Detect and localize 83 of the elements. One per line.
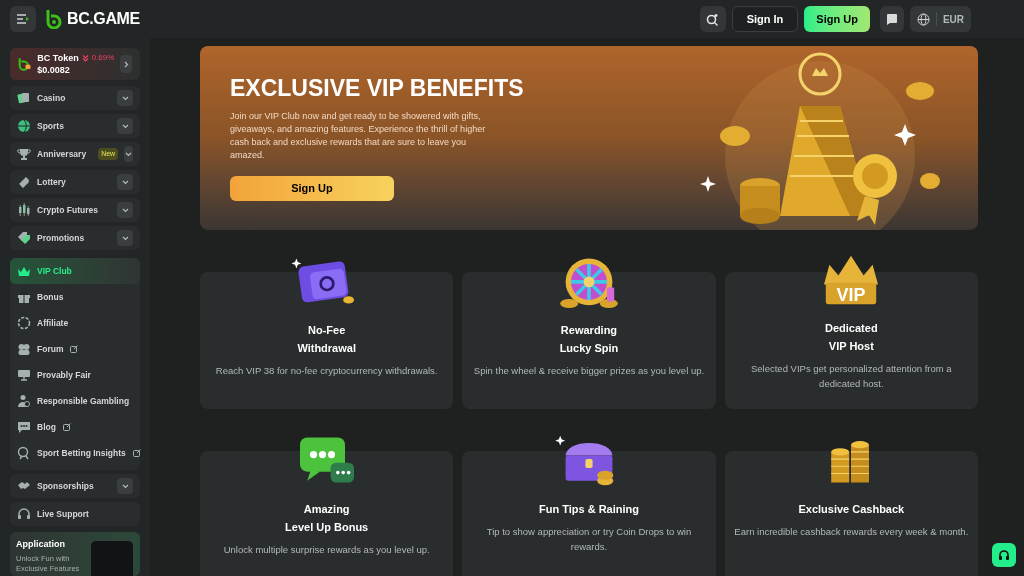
sign-in-button[interactable]: Sign In (731, 6, 799, 32)
candlestick-icon (17, 203, 31, 218)
menu-item[interactable]: Crypto Futures (10, 198, 140, 223)
chevron-down-icon (121, 123, 129, 129)
chevron-down-icon (121, 483, 129, 489)
chevron-right-icon (123, 60, 129, 68)
ball-icon (17, 119, 31, 134)
expand-button[interactable] (117, 118, 133, 135)
token-price: $0.0082 (37, 64, 71, 77)
speech-bubble-icon (17, 420, 31, 435)
expand-button[interactable] (117, 90, 133, 107)
logo-icon (46, 9, 64, 29)
token-card[interactable]: BC Token 0.69% $0.0082 (10, 48, 140, 81)
menu-item[interactable]: Casino (10, 86, 140, 111)
sign-up-button[interactable]: Sign Up (230, 176, 394, 201)
menu-item[interactable]: Sports (10, 114, 140, 139)
dotted-ring-icon (17, 316, 31, 331)
chevron-down-icon (121, 235, 129, 241)
banner-title: EXCLUSIVE VIP BENEFITS (230, 74, 525, 102)
benefit-title: Dedicated VIP Host (825, 321, 878, 354)
menu-item[interactable]: Sponsorships (10, 474, 140, 499)
trophy-icon (17, 147, 31, 162)
currency-label: EUR (942, 12, 964, 27)
headset-icon (998, 549, 1010, 561)
phone-screenshot-placeholder (90, 540, 134, 576)
benefit-title: Amazing Level Up Bonus (285, 502, 369, 535)
menu-item[interactable]: Bonus (10, 284, 140, 311)
down-arrows-icon (81, 54, 89, 62)
benefit-description: Reach VIP 38 for no-fee cryptocurrency withdrawals. (215, 364, 438, 378)
menu-icon (17, 14, 29, 24)
menu-button[interactable] (10, 6, 36, 32)
crown-drawing: VIP (815, 250, 888, 310)
expand-button[interactable] (117, 478, 133, 495)
token-change: 0.69% (91, 52, 115, 65)
cards-icon (17, 91, 31, 106)
benefit-description: Spin the wheel & receive bigger prizes as you level up. (473, 364, 705, 378)
chat-icon (885, 13, 898, 25)
people-icon (17, 342, 31, 357)
globe-icon (916, 12, 930, 26)
benefit-description: Selected VIPs get personalized attention from a dedicated host. (749, 362, 953, 391)
benefit-title: Rewarding Lucky Spin (559, 323, 619, 356)
banner-text: Join our VIP Club now and get ready to be showered with gifts, giveaways, and amazing features. Experience the thrill of higher cash back and exclusive rewards that are sure to leave you amazed. (230, 110, 487, 162)
chevron-down-icon (121, 207, 129, 213)
search-icon (706, 12, 720, 26)
menu-item[interactable]: Provably Fair (10, 362, 140, 389)
monitor-icon (17, 368, 31, 383)
benefit-description: Tip to show appreciation or try Coin Drops to win rewards. (485, 525, 693, 554)
benefit-description: Earn incredible cashback rewards every week & month. (734, 525, 969, 539)
chevron-down-icon (121, 95, 129, 101)
support-button[interactable] (992, 543, 1016, 567)
menu-item[interactable]: Sport Betting Insights (10, 440, 140, 467)
search-button[interactable] (699, 6, 726, 32)
headset-icon (17, 507, 31, 522)
app-promo-title: Application (16, 538, 66, 552)
menu-item[interactable]: Blog (10, 414, 140, 441)
chevron-down-icon (121, 179, 129, 185)
ticket-icon (17, 175, 31, 190)
menu-item[interactable]: Forum (10, 336, 140, 363)
benefit-title: No-Fee Withdrawal (297, 323, 356, 356)
menu-item[interactable]: Affiliate (10, 310, 140, 337)
benefit-description: Unlock multiple surprise rewards as you level up. (223, 543, 430, 557)
expand-button[interactable] (117, 174, 133, 191)
token-name: BC Token (37, 52, 79, 65)
logo-text: BC.GAME (67, 9, 140, 29)
menu-item[interactable]: Promotions (10, 226, 140, 251)
benefit-title: Fun Tips & Raining (539, 502, 639, 517)
expand-button[interactable] (124, 146, 133, 163)
menu-item[interactable]: VIP Club (10, 258, 140, 285)
chevron-down-icon (125, 151, 133, 157)
benefit-title: Exclusive Cashback (798, 502, 905, 517)
menu-item[interactable]: Responsible Gambling (10, 388, 140, 415)
expand-button[interactable] (117, 202, 133, 219)
menu-item[interactable]: Lottery (10, 170, 140, 195)
person-icon (17, 394, 31, 409)
sign-up-button[interactable]: Sign Up (804, 6, 870, 32)
tag-icon (17, 231, 31, 246)
gift-icon (17, 290, 31, 305)
expand-button[interactable] (117, 230, 133, 247)
token-icon (18, 56, 32, 73)
menu-item[interactable]: Live Support (10, 502, 140, 527)
currency-selector[interactable]: EUR (909, 6, 971, 32)
next-button[interactable] (120, 55, 132, 74)
chat-button[interactable] (879, 6, 904, 32)
